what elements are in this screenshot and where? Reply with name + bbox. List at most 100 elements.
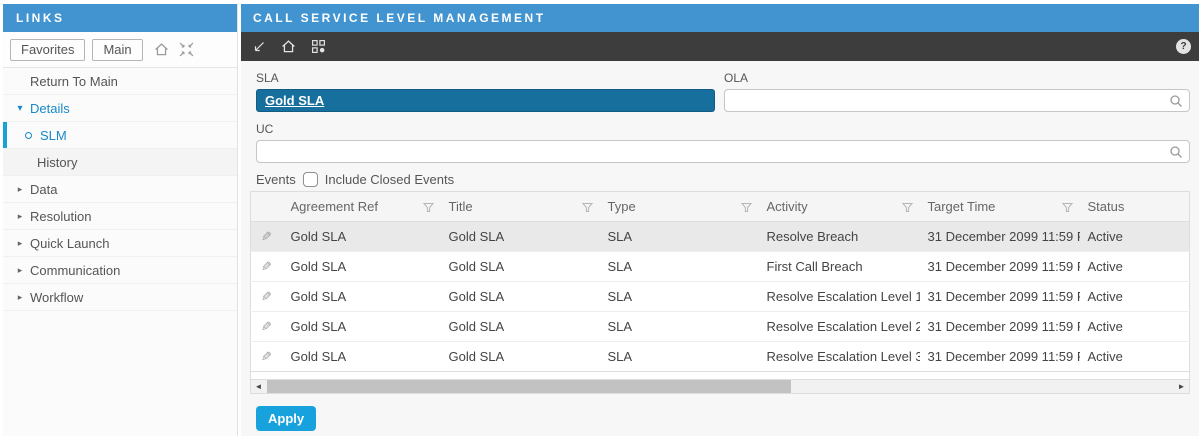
search-icon[interactable] <box>1169 94 1183 113</box>
table-row[interactable]: ✎Gold SLAGold SLASLAResolve Escalation L… <box>251 282 1190 312</box>
cell-status: Active <box>1080 312 1190 342</box>
sla-value-chip[interactable]: Gold SLA <box>256 89 715 112</box>
tab-main[interactable]: Main <box>92 39 142 61</box>
apply-button[interactable]: Apply <box>256 406 316 431</box>
events-label: Events <box>256 172 296 187</box>
chevron-down-icon: ▾ <box>12 103 28 114</box>
events-table-header-row: Agreement RefTitleTypeActivityTarget Tim… <box>251 192 1190 222</box>
chevron-right-icon: ▸ <box>12 184 28 195</box>
sidebar-title: LINKS <box>3 4 237 32</box>
sidebar-item-communication[interactable]: ▸Communication <box>3 257 237 284</box>
sidebar-item-label: Workflow <box>30 290 83 305</box>
cell-title: Gold SLA <box>441 342 600 372</box>
sidebar-item-quick-launch[interactable]: ▸Quick Launch <box>3 230 237 257</box>
cell-activity: Resolve Escalation Level 2 <box>759 312 920 342</box>
edit-icon[interactable]: ✎ <box>261 349 272 365</box>
tab-favorites[interactable]: Favorites <box>10 39 85 61</box>
table-row[interactable]: ✎Gold SLAGold SLASLAResolve Escalation L… <box>251 342 1190 372</box>
cell-agreement_ref: Gold SLA <box>283 282 441 312</box>
sidebar-item-return-to-main[interactable]: Return To Main <box>3 68 237 95</box>
sidebar-item-workflow[interactable]: ▸Workflow <box>3 284 237 311</box>
grid-settings-icon[interactable] <box>311 39 326 54</box>
sidebar-nav: Return To Main▾DetailsSLMHistory▸Data▸Re… <box>3 68 237 311</box>
column-header-activity[interactable]: Activity <box>759 192 920 222</box>
include-closed-events-checkbox[interactable] <box>303 172 318 187</box>
uc-search-box <box>256 140 1190 163</box>
sidebar-item-label: Details <box>30 101 70 116</box>
cell-agreement_ref: Gold SLA <box>283 342 441 372</box>
cell-type: SLA <box>600 312 759 342</box>
home-icon[interactable] <box>154 42 169 57</box>
edit-icon[interactable]: ✎ <box>261 319 272 335</box>
collapse-all-icon[interactable] <box>179 42 194 57</box>
call-slm-page: LINKS Favorites Main <box>0 0 1199 436</box>
sla-label: SLA <box>256 70 715 86</box>
sidebar-item-label: History <box>37 155 77 170</box>
uc-label: UC <box>256 121 1190 137</box>
column-header-status[interactable]: Status <box>1080 192 1190 222</box>
cell-activity: Resolve Breach <box>759 222 920 252</box>
table-row[interactable]: ✎Gold SLAGold SLASLAResolve Escalation L… <box>251 312 1190 342</box>
scroll-right-icon[interactable]: ► <box>1174 380 1189 393</box>
cell-status: Active <box>1080 282 1190 312</box>
main-panel: CALL SERVICE LEVEL MANAGEMENT <box>241 4 1199 436</box>
links-sidebar: LINKS Favorites Main <box>3 4 238 436</box>
content-area: SLA Gold SLA OLA UC <box>241 61 1199 431</box>
sla-value: Gold SLA <box>265 93 324 108</box>
scroll-left-icon[interactable]: ◄ <box>251 380 266 393</box>
filter-icon[interactable] <box>1062 201 1073 216</box>
sidebar-item-data[interactable]: ▸Data <box>3 176 237 203</box>
cell-target_time: 31 December 2099 11:59 PM <box>920 342 1080 372</box>
scrollbar-thumb[interactable] <box>267 380 791 393</box>
uc-input[interactable] <box>257 141 1189 162</box>
sidebar-item-label: SLM <box>40 128 67 143</box>
horizontal-scrollbar[interactable]: ◄ ► <box>250 379 1190 394</box>
sidebar-item-label: Quick Launch <box>30 236 110 251</box>
help-icon[interactable]: ? <box>1176 39 1191 54</box>
ola-search-box <box>724 89 1190 112</box>
sidebar-item-details[interactable]: ▾Details <box>3 95 237 122</box>
sidebar-item-history[interactable]: History <box>3 149 237 176</box>
edit-icon[interactable]: ✎ <box>261 229 272 245</box>
ola-input[interactable] <box>725 90 1189 111</box>
edit-icon[interactable]: ✎ <box>261 289 272 305</box>
cell-type: SLA <box>600 282 759 312</box>
filter-icon[interactable] <box>582 201 593 216</box>
cell-type: SLA <box>600 252 759 282</box>
chevron-right-icon: ▸ <box>12 238 28 249</box>
cell-target_time: 31 December 2099 11:59 PM <box>920 282 1080 312</box>
cell-title: Gold SLA <box>441 312 600 342</box>
filter-icon[interactable] <box>741 201 752 216</box>
sidebar-item-label: Resolution <box>30 209 91 224</box>
sidebar-item-slm[interactable]: SLM <box>3 122 237 149</box>
home-icon[interactable] <box>281 39 296 54</box>
sidebar-item-resolution[interactable]: ▸Resolution <box>3 203 237 230</box>
chevron-right-icon: ▸ <box>12 292 28 303</box>
column-header-target-time[interactable]: Target Time <box>920 192 1080 222</box>
filter-icon[interactable] <box>902 201 913 216</box>
sidebar-item-label: Communication <box>30 263 120 278</box>
column-header-agreement-ref[interactable]: Agreement Ref <box>283 192 441 222</box>
cell-type: SLA <box>600 222 759 252</box>
sidebar-item-label: Return To Main <box>30 74 118 89</box>
search-icon[interactable] <box>1169 145 1183 164</box>
column-header-title[interactable]: Title <box>441 192 600 222</box>
events-table-body: ✎Gold SLAGold SLASLAResolve Breach31 Dec… <box>251 222 1190 372</box>
edit-column-header <box>251 192 283 222</box>
column-header-type[interactable]: Type <box>600 192 759 222</box>
cell-status: Active <box>1080 342 1190 372</box>
table-row[interactable]: ✎Gold SLAGold SLASLAResolve Breach31 Dec… <box>251 222 1190 252</box>
cell-status: Active <box>1080 252 1190 282</box>
ola-label: OLA <box>724 70 1190 86</box>
chevron-right-icon: ▸ <box>12 265 28 276</box>
cell-agreement_ref: Gold SLA <box>283 222 441 252</box>
cell-target_time: 31 December 2099 11:59 PM <box>920 222 1080 252</box>
filter-icon[interactable] <box>423 201 434 216</box>
sidebar-tabs: Favorites Main <box>3 32 237 68</box>
pin-icon[interactable] <box>252 40 266 54</box>
page-title: CALL SERVICE LEVEL MANAGEMENT <box>241 4 1199 32</box>
cell-activity: Resolve Escalation Level 3 <box>759 342 920 372</box>
cell-title: Gold SLA <box>441 222 600 252</box>
table-row[interactable]: ✎Gold SLAGold SLASLAFirst Call Breach31 … <box>251 252 1190 282</box>
edit-icon[interactable]: ✎ <box>261 259 272 275</box>
